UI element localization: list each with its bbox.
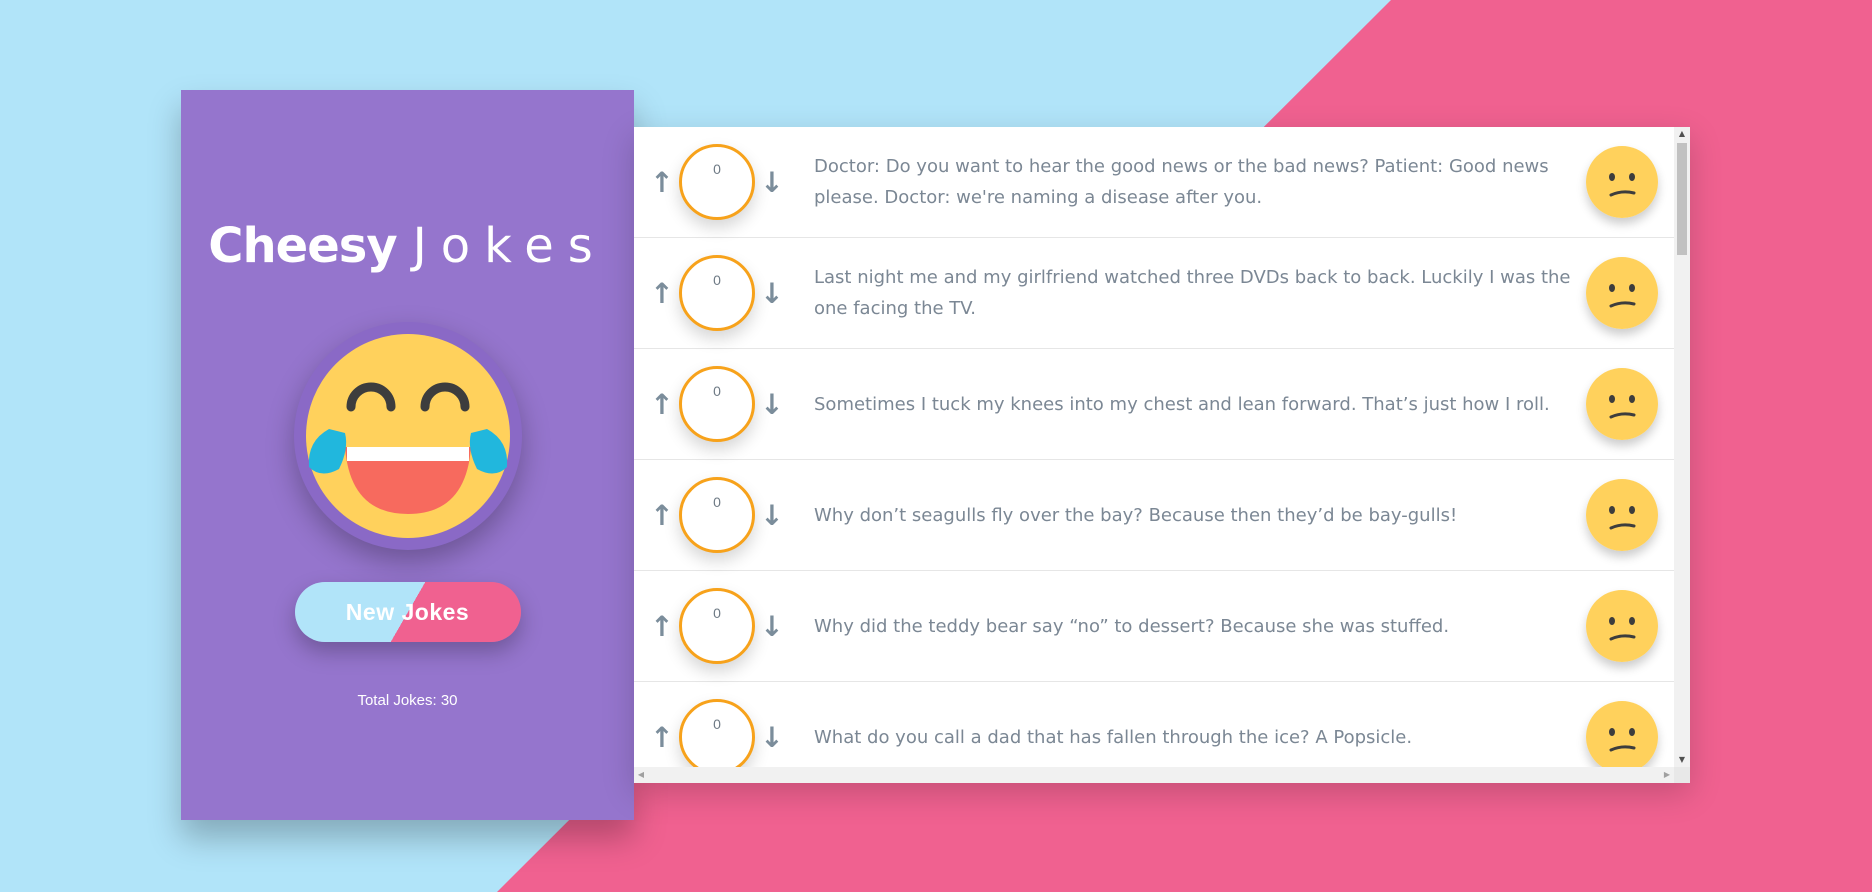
joke-row: ↑ 0 ↓ Last night me and my girlfriend wa…	[634, 238, 1674, 349]
confused-face-icon	[1586, 146, 1658, 218]
sidebar: Cheesy Jokes New Jokes Total Jokes: 30	[181, 90, 634, 820]
arrow-up-icon[interactable]: ↑	[649, 166, 675, 199]
vote-controls: ↑ 0 ↓	[634, 127, 800, 237]
confused-face-icon	[1586, 590, 1658, 662]
title-bold: Cheesy	[208, 218, 397, 274]
joke-row: ↑ 0 ↓ Sometimes I tuck my knees into my …	[634, 349, 1674, 460]
vote-controls: ↑ 0 ↓	[634, 349, 800, 459]
joke-text: Doctor: Do you want to hear the good new…	[814, 156, 1549, 208]
scroll-right-icon[interactable]: ▶	[1660, 767, 1674, 783]
jokes-panel: ↑ 0 ↓ Doctor: Do you want to hear the go…	[634, 127, 1690, 783]
joke-score: 0	[679, 699, 755, 767]
arrow-down-icon[interactable]: ↓	[759, 277, 785, 310]
confused-face-icon	[1586, 368, 1658, 440]
joke-score: 0	[679, 588, 755, 664]
arrow-down-icon[interactable]: ↓	[759, 721, 785, 754]
vote-controls: ↑ 0 ↓	[634, 571, 800, 681]
scroll-left-icon[interactable]: ◀	[634, 767, 648, 783]
horizontal-scrollbar[interactable]: ◀ ▶	[634, 767, 1674, 783]
joke-row: ↑ 0 ↓ Why don’t seagulls fly over the ba…	[634, 460, 1674, 571]
vertical-scrollbar[interactable]: ▲ ▼	[1674, 127, 1690, 767]
scroll-down-icon[interactable]: ▼	[1674, 753, 1690, 767]
joke-text: What do you call a dad that has fallen t…	[814, 726, 1413, 748]
joke-score: 0	[679, 144, 755, 220]
vote-controls: ↑ 0 ↓	[634, 682, 800, 767]
joke-text: Why did the teddy bear say “no” to desse…	[814, 615, 1450, 637]
confused-face-icon	[1586, 701, 1658, 767]
new-jokes-button[interactable]: New Jokes	[294, 582, 521, 642]
joke-score: 0	[679, 477, 755, 553]
scroll-thumb[interactable]	[1677, 143, 1687, 255]
joke-score: 0	[679, 366, 755, 442]
jokes-list: ↑ 0 ↓ Doctor: Do you want to hear the go…	[634, 127, 1674, 767]
title-light: Jokes	[412, 218, 607, 274]
arrow-up-icon[interactable]: ↑	[649, 388, 675, 421]
joke-row: ↑ 0 ↓ What do you call a dad that has fa…	[634, 682, 1674, 767]
arrow-up-icon[interactable]: ↑	[649, 721, 675, 754]
arrow-up-icon[interactable]: ↑	[649, 610, 675, 643]
vote-controls: ↑ 0 ↓	[634, 238, 800, 348]
scroll-up-icon[interactable]: ▲	[1674, 127, 1690, 141]
vote-controls: ↑ 0 ↓	[634, 460, 800, 570]
arrow-down-icon[interactable]: ↓	[759, 166, 785, 199]
arrow-down-icon[interactable]: ↓	[759, 388, 785, 421]
joke-row: ↑ 0 ↓ Why did the teddy bear say “no” to…	[634, 571, 1674, 682]
total-jokes-count: Total Jokes: 30	[357, 692, 458, 709]
arrow-down-icon[interactable]: ↓	[759, 499, 785, 532]
joke-score: 0	[679, 255, 755, 331]
arrow-up-icon[interactable]: ↑	[649, 277, 675, 310]
arrow-up-icon[interactable]: ↑	[649, 499, 675, 532]
joke-text: Sometimes I tuck my knees into my chest …	[814, 393, 1550, 415]
joke-text: Why don’t seagulls fly over the bay? Bec…	[814, 504, 1458, 526]
scrollbar-corner	[1674, 767, 1690, 783]
confused-face-icon	[1586, 257, 1658, 329]
laughing-with-tears-icon	[293, 322, 522, 550]
app-title: Cheesy Jokes	[208, 218, 607, 274]
confused-face-icon	[1586, 479, 1658, 551]
joke-row: ↑ 0 ↓ Doctor: Do you want to hear the go…	[634, 127, 1674, 238]
arrow-down-icon[interactable]: ↓	[759, 610, 785, 643]
joke-text: Last night me and my girlfriend watched …	[814, 267, 1571, 319]
